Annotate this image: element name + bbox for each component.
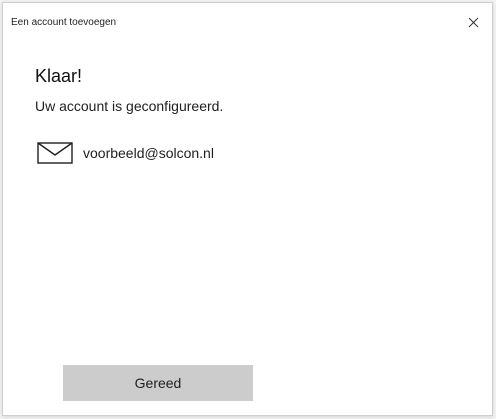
window-title: Een account toevoegen xyxy=(11,17,117,28)
title-bar: Een account toevoegen xyxy=(3,3,492,37)
close-button[interactable] xyxy=(464,13,482,31)
mail-icon xyxy=(37,142,73,164)
close-icon xyxy=(468,17,478,27)
add-account-dialog: Een account toevoegen Klaar! Uw account … xyxy=(2,2,493,416)
account-email: voorbeeld@solcon.nl xyxy=(83,145,214,161)
page-title: Klaar! xyxy=(35,66,83,86)
account-item: voorbeeld@solcon.nl xyxy=(37,141,214,165)
done-button[interactable]: Gereed xyxy=(63,365,253,401)
status-message: Uw account is geconfigureerd. xyxy=(35,98,224,114)
